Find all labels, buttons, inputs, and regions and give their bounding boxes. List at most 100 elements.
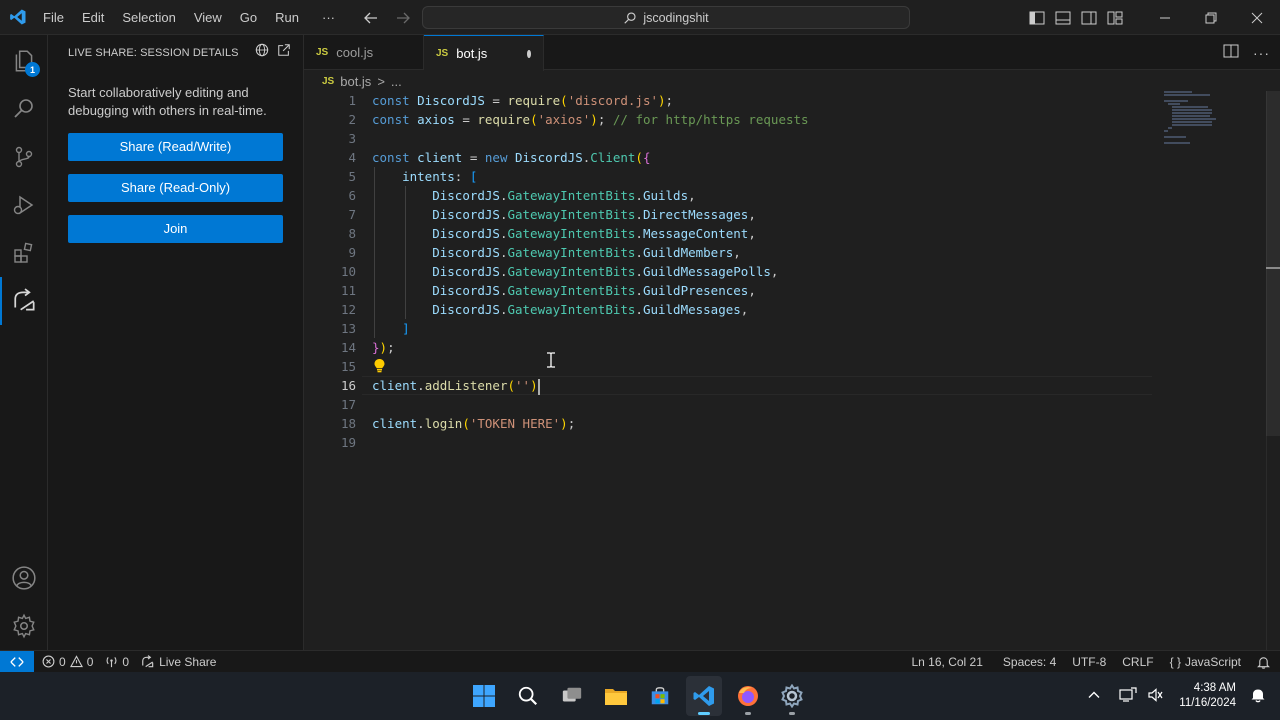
settings-gear-icon[interactable] [0, 602, 48, 650]
join-button[interactable]: Join [68, 215, 283, 243]
breadcrumb-file[interactable]: bot.js [340, 74, 371, 89]
globe-icon[interactable] [255, 43, 269, 60]
settings-app-icon[interactable] [774, 676, 810, 716]
code-line[interactable]: DiscordJS.GatewayIntentBits.GuildPresenc… [372, 281, 1172, 300]
code-line[interactable]: DiscordJS.GatewayIntentBits.DirectMessag… [372, 205, 1172, 224]
code-line[interactable]: intents: [ [372, 167, 1172, 186]
taskbar-search-icon[interactable] [510, 676, 546, 716]
code-line[interactable] [372, 395, 1172, 414]
customize-layout-icon[interactable] [1102, 0, 1128, 35]
code-token: const [372, 93, 418, 108]
firefox-icon[interactable] [730, 676, 766, 716]
split-editor-icon[interactable] [1223, 44, 1239, 61]
code-token: . [635, 283, 643, 298]
live-share-icon[interactable] [0, 277, 48, 325]
back-arrow-icon[interactable] [360, 7, 382, 29]
forward-arrow-icon[interactable] [392, 7, 414, 29]
scrollbar-thumb[interactable] [1266, 91, 1280, 436]
code-line[interactable]: const DiscordJS = require('discord.js'); [372, 91, 1172, 110]
menu-edit[interactable]: Edit [73, 0, 113, 35]
taskbar-clock[interactable]: 4:38 AM 11/16/2024 [1179, 681, 1236, 711]
vscode-taskbar-icon[interactable] [686, 676, 722, 716]
task-view-icon[interactable] [554, 676, 590, 716]
minimap[interactable] [1164, 91, 1244, 151]
notification-bell-icon[interactable] [1250, 687, 1266, 706]
menu-go[interactable]: Go [231, 0, 266, 35]
toggle-primary-sidebar-icon[interactable] [1024, 0, 1050, 35]
tab-bot-js[interactable]: JS bot.js [424, 35, 544, 71]
code-token: login [424, 416, 463, 431]
code-line[interactable]: DiscordJS.GatewayIntentBits.GuildMembers… [372, 243, 1172, 262]
code-editor[interactable]: 1 2 3 4 5 6 7 8 9 10 11 12 13 14 15 16 1… [304, 91, 1280, 650]
line-number: 10 [340, 264, 356, 279]
code-line[interactable] [372, 129, 1172, 148]
run-debug-icon[interactable] [0, 181, 48, 229]
minimize-icon[interactable] [1142, 0, 1188, 35]
live-share-label: Live Share [159, 654, 217, 669]
volume-muted-icon[interactable] [1147, 687, 1163, 706]
close-icon[interactable] [1234, 0, 1280, 35]
code-line[interactable]: DiscordJS.GatewayIntentBits.Guilds, [372, 186, 1172, 205]
code-line[interactable]: DiscordJS.GatewayIntentBits.GuildMessage… [372, 262, 1172, 281]
code-line[interactable]: client.addListener('') [372, 376, 1172, 395]
code-token: Guilds [642, 188, 689, 203]
sidebar-description: Start collaboratively editing and debugg… [68, 85, 267, 118]
vertical-scrollbar[interactable] [1266, 91, 1280, 650]
encoding[interactable]: UTF-8 [1066, 651, 1116, 673]
live-share-status[interactable]: Live Share [135, 651, 222, 673]
restore-icon[interactable] [1188, 0, 1234, 35]
code-line[interactable]: const axios = require('axios'); // for h… [372, 110, 1172, 129]
menu-view[interactable]: View [185, 0, 231, 35]
code-line[interactable]: DiscordJS.GatewayIntentBits.GuildMessage… [372, 300, 1172, 319]
code-token: ( [530, 112, 538, 127]
share-read-only-button[interactable]: Share (Read-Only) [68, 174, 283, 202]
unsaved-dot-icon[interactable] [527, 49, 531, 58]
indentation[interactable]: Spaces: 4 [997, 651, 1066, 673]
file-explorer-icon[interactable] [598, 676, 634, 716]
extensions-icon[interactable] [0, 229, 48, 277]
lightbulb-icon[interactable] [373, 358, 386, 376]
explorer-icon[interactable]: 1 [0, 37, 48, 85]
code-line[interactable]: client.login('TOKEN HERE'); [372, 414, 1172, 433]
chevron-up-icon[interactable] [1087, 688, 1101, 705]
end-of-line[interactable]: CRLF [1116, 651, 1163, 673]
code-line[interactable] [372, 433, 1172, 452]
notifications-bell-icon[interactable] [1251, 651, 1280, 673]
line-number: 9 [348, 245, 356, 260]
tab-cool-js[interactable]: JS cool.js [304, 35, 424, 70]
language-mode[interactable]: { } JavaScript [1164, 651, 1251, 673]
problems-indicator[interactable]: 0 0 [34, 651, 99, 673]
toggle-secondary-sidebar-icon[interactable] [1076, 0, 1102, 35]
code-line[interactable]: }); [372, 338, 1172, 357]
share-read-write-button[interactable]: Share (Read/Write) [68, 133, 283, 161]
code-lines[interactable]: const DiscordJS = require('discord.js');… [372, 91, 1172, 452]
command-center[interactable]: jscodingshit [422, 6, 910, 29]
code-line[interactable]: DiscordJS.GatewayIntentBits.MessageConte… [372, 224, 1172, 243]
network-icon[interactable] [1119, 686, 1137, 706]
code-token: GuildPresences [642, 283, 749, 298]
cursor-position[interactable]: Ln 16, Col 21 [906, 651, 997, 673]
code-line[interactable]: ] [372, 319, 1172, 338]
breadcrumb-symbol[interactable]: ... [391, 74, 402, 89]
menu-more[interactable]: ··· [308, 0, 344, 35]
code-token: . [635, 226, 643, 241]
menu-selection[interactable]: Selection [113, 0, 184, 35]
ports-indicator[interactable]: 0 [99, 651, 135, 673]
remote-indicator-icon[interactable] [0, 650, 34, 673]
search-icon[interactable] [0, 85, 48, 133]
accounts-icon[interactable] [0, 554, 48, 602]
open-external-icon[interactable] [277, 43, 291, 60]
microsoft-store-icon[interactable] [642, 676, 678, 716]
menu-run[interactable]: Run [266, 0, 308, 35]
menu-file[interactable]: File [35, 0, 73, 35]
code-line[interactable] [372, 357, 1172, 376]
more-actions-icon[interactable]: ··· [1253, 45, 1270, 61]
source-control-icon[interactable] [0, 133, 48, 181]
warning-icon [69, 655, 83, 668]
toggle-panel-icon[interactable] [1050, 0, 1076, 35]
code-token: , [688, 188, 696, 203]
line-number: 16 [340, 378, 356, 393]
live-share-icon [142, 654, 154, 667]
code-line[interactable]: const client = new DiscordJS.Client({ [372, 148, 1172, 167]
windows-start-icon[interactable] [466, 676, 502, 716]
